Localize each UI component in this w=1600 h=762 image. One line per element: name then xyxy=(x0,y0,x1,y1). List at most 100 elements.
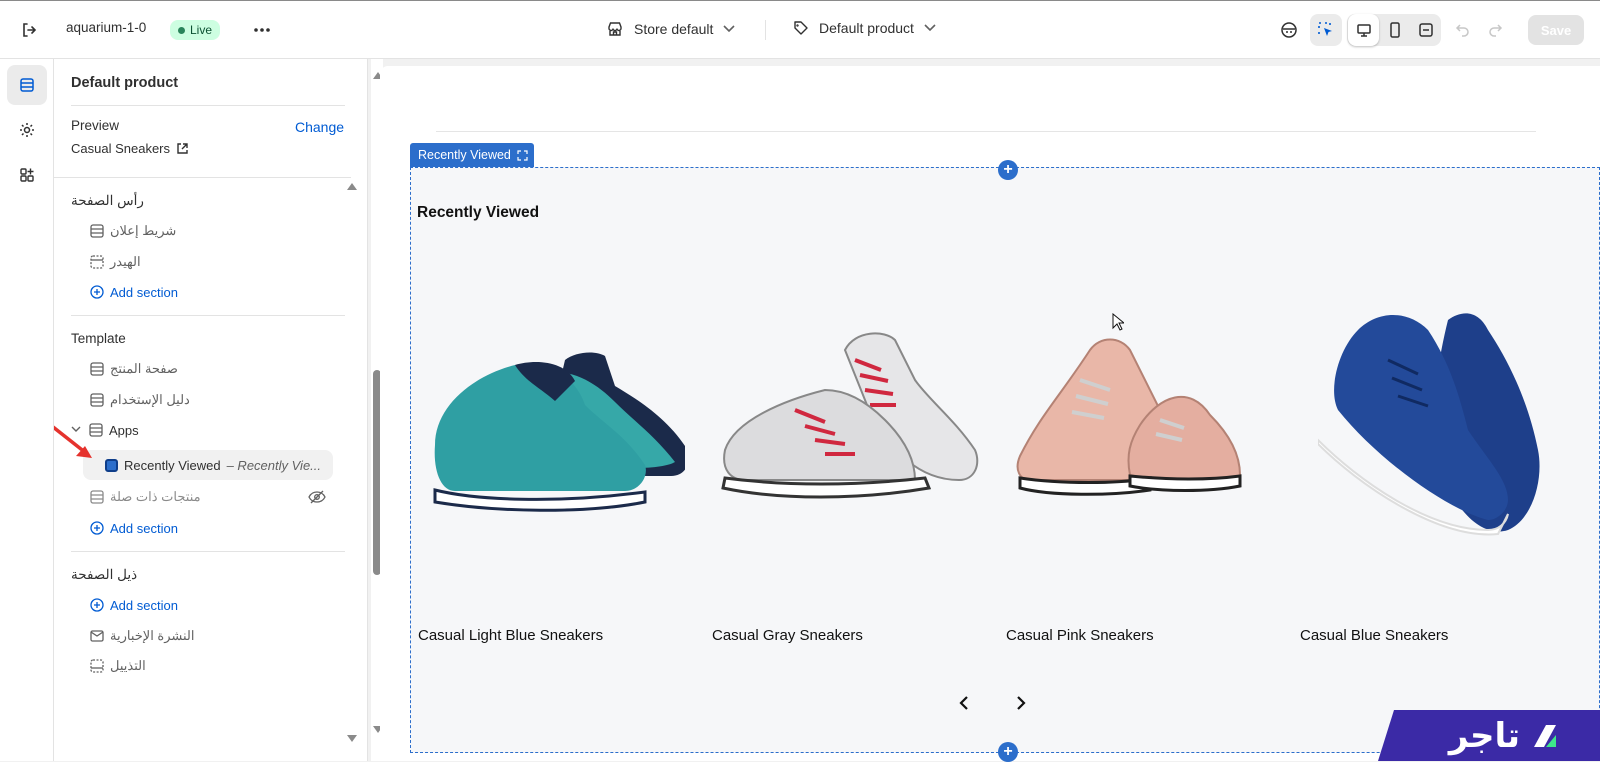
divider xyxy=(71,105,345,106)
desktop-view-icon[interactable] xyxy=(1348,14,1379,46)
panel-title: Default product xyxy=(71,75,179,91)
divider xyxy=(54,177,351,178)
app-icon xyxy=(105,458,118,472)
red-arrow-annotation-icon xyxy=(54,425,92,458)
product-card[interactable] xyxy=(1010,250,1280,580)
app-block-subtitle: – Recently Vie... xyxy=(226,457,322,473)
chevron-down-icon xyxy=(924,24,936,32)
section-heading: Recently Viewed xyxy=(417,204,540,221)
sidebar-item-label: التذييل xyxy=(110,658,146,673)
sidebar-item-label: دليل الإستخدام xyxy=(110,392,190,407)
product-image-pink-sneakers xyxy=(1016,338,1242,496)
store-selector[interactable]: Store default xyxy=(606,20,735,38)
sidebar-item-label: النشرة الإخبارية xyxy=(110,628,195,643)
scroll-down-arrow-icon[interactable] xyxy=(347,735,357,743)
section-icon xyxy=(90,224,104,238)
sidebar-item-related-products[interactable]: منتجات ذات صلة xyxy=(90,483,201,511)
live-label: Live xyxy=(190,23,213,37)
sidebar-item-header[interactable]: الهيدر xyxy=(90,248,141,276)
template-selector[interactable]: Default product xyxy=(793,20,936,36)
expand-icon xyxy=(517,149,528,161)
section-icon xyxy=(90,393,104,407)
add-circle-icon xyxy=(90,598,104,612)
divider xyxy=(71,551,345,552)
sidebar-item-label: صفحة المنتج xyxy=(110,361,178,376)
undo-icon[interactable] xyxy=(1447,14,1479,46)
top-bar: aquarium-1-0 Live Store default Default … xyxy=(0,0,1600,59)
header-section-icon xyxy=(90,255,104,269)
hidden-eye-icon[interactable] xyxy=(308,490,326,504)
scroll-up-arrow-icon[interactable] xyxy=(347,182,357,190)
change-preview-link[interactable]: Change xyxy=(295,119,344,135)
add-section-template[interactable]: Add section xyxy=(90,514,178,542)
left-rail xyxy=(0,59,54,761)
sidebar-item-label: منتجات ذات صلة xyxy=(110,489,201,504)
divider xyxy=(436,131,1536,132)
section-icon xyxy=(90,490,104,504)
preview-product-name: Casual Sneakers xyxy=(71,140,170,156)
sections-icon[interactable] xyxy=(7,65,47,105)
mail-icon xyxy=(90,630,104,642)
live-badge: Live xyxy=(170,20,221,40)
add-section-label: Add section xyxy=(110,520,178,536)
sidebar-item-user-guide[interactable]: دليل الإستخدام xyxy=(90,386,190,414)
carousel-prev-icon[interactable] xyxy=(958,695,970,711)
product-image-gray-sneakers xyxy=(721,332,979,499)
product-name[interactable]: Casual Light Blue Sneakers xyxy=(418,627,603,644)
viewport-switcher xyxy=(1347,14,1441,46)
brand-mark-icon xyxy=(1534,724,1556,747)
product-card[interactable] xyxy=(715,250,985,580)
apps-icon[interactable] xyxy=(7,155,47,195)
save-button[interactable]: Save xyxy=(1528,15,1584,45)
sidebar-item-announcement[interactable]: شريط إعلان xyxy=(90,217,176,245)
redo-icon[interactable] xyxy=(1479,14,1511,46)
live-dot xyxy=(178,26,185,34)
product-name[interactable]: Casual Blue Sneakers xyxy=(1300,627,1448,644)
sidebar-item-label: شريط إعلان xyxy=(110,223,177,238)
add-section-header[interactable]: Add section xyxy=(90,278,178,306)
customer-privacy-icon[interactable] xyxy=(1273,14,1305,46)
add-section-plus-icon[interactable]: + xyxy=(998,742,1018,762)
add-section-label: Add section xyxy=(110,597,178,613)
sidebar-item-footer[interactable]: التذييل xyxy=(90,652,146,680)
header-group-label: رأس الصفحة xyxy=(71,193,144,208)
product-image-light-blue-sneakers xyxy=(433,352,689,512)
sidebar-item-label: الهيدر xyxy=(110,254,141,269)
divider xyxy=(71,315,345,316)
product-name[interactable]: Casual Pink Sneakers xyxy=(1006,627,1154,644)
add-circle-icon xyxy=(90,285,104,299)
section-tag-label: Recently Viewed xyxy=(418,148,511,162)
product-image-blue-sneakers xyxy=(1317,313,1540,536)
footer-group-label: ذيل الصفحة xyxy=(71,567,138,582)
app-block-recently-viewed[interactable]: Recently Viewed – Recently Vie... xyxy=(83,450,333,480)
product-name[interactable]: Casual Gray Sneakers xyxy=(712,627,863,644)
inspector-select-icon[interactable] xyxy=(1310,14,1342,46)
add-circle-icon xyxy=(90,521,104,535)
preview-product-link[interactable]: Casual Sneakers xyxy=(71,134,189,162)
external-link-icon xyxy=(177,142,188,154)
template-selector-label: Default product xyxy=(819,20,914,36)
mouse-cursor-icon xyxy=(1112,313,1124,331)
add-section-footer[interactable]: Add section xyxy=(90,591,178,619)
exit-icon[interactable] xyxy=(13,14,45,46)
brand-logo-text: تاجر xyxy=(1448,715,1520,756)
add-section-plus-icon[interactable]: + xyxy=(998,160,1018,180)
carousel-next-icon[interactable] xyxy=(1015,695,1027,711)
more-actions-icon[interactable] xyxy=(246,14,278,46)
store-selector-label: Store default xyxy=(634,21,714,37)
brand-logo: تاجر xyxy=(1378,710,1600,761)
sidebar-item-label: Apps xyxy=(109,422,139,438)
preview-label: Preview xyxy=(71,118,120,133)
add-section-label: Add section xyxy=(110,284,178,300)
fullscreen-view-icon[interactable] xyxy=(1410,14,1441,46)
sections-panel: Default product Preview Change Casual Sn… xyxy=(54,59,368,761)
footer-section-icon xyxy=(90,659,104,673)
sidebar-item-product-page[interactable]: صفحة المنتج xyxy=(90,355,178,383)
divider xyxy=(765,20,766,40)
product-card[interactable] xyxy=(415,250,689,580)
section-tag[interactable]: Recently Viewed xyxy=(410,143,534,167)
mobile-view-icon[interactable] xyxy=(1379,14,1410,46)
sidebar-item-newsletter[interactable]: النشرة الإخبارية xyxy=(90,622,195,650)
product-card[interactable] xyxy=(1317,250,1588,580)
settings-gear-icon[interactable] xyxy=(7,110,47,150)
